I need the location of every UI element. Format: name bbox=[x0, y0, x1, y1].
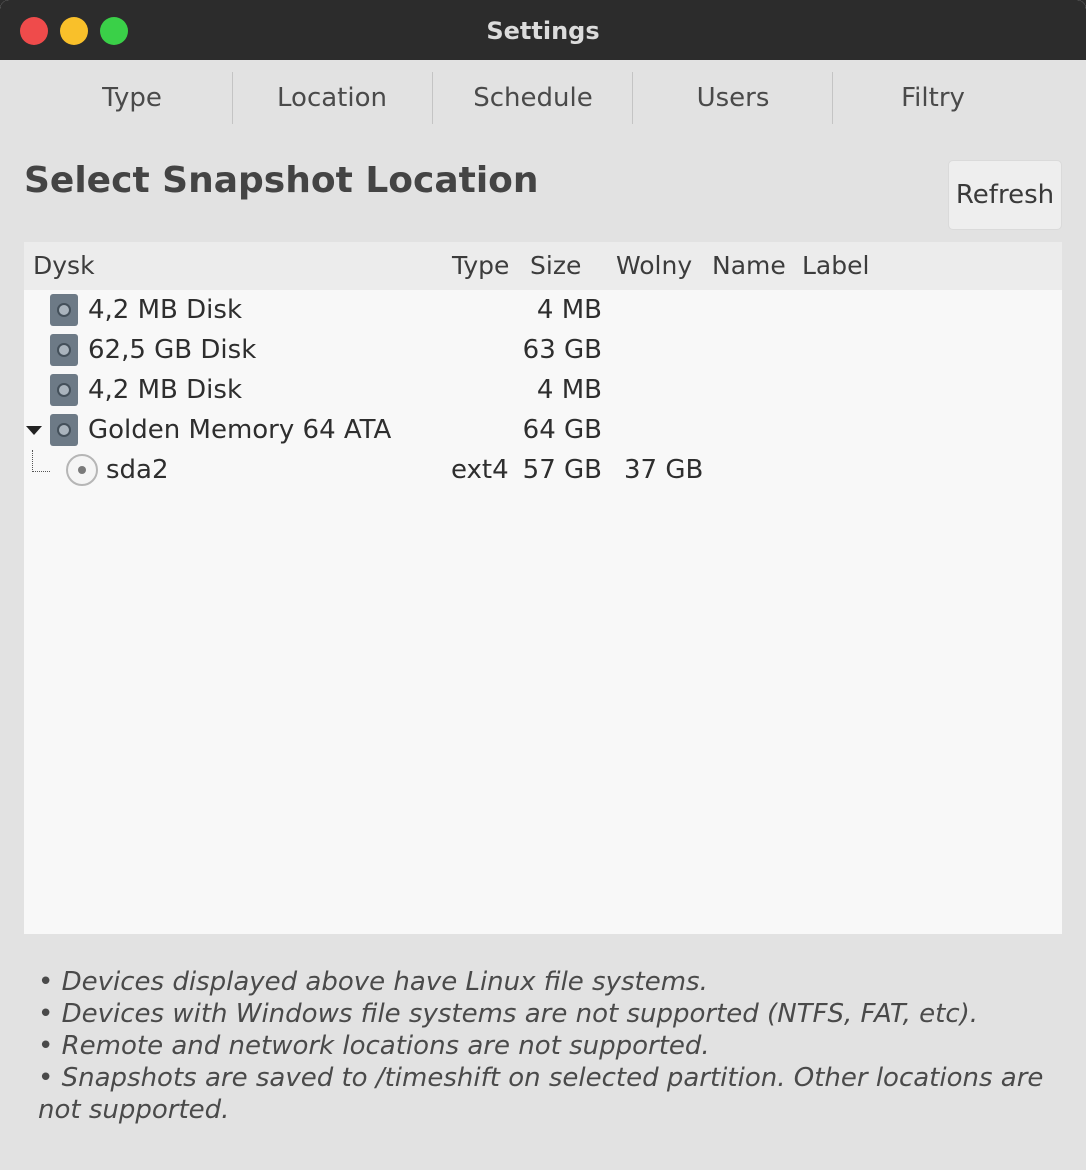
column-header-type[interactable]: Type bbox=[452, 242, 509, 290]
table-row[interactable]: 4,2 MB Disk 4 MB bbox=[24, 290, 1062, 330]
partition-free: 37 GB bbox=[624, 455, 704, 485]
tab-bar: Type Location Schedule Users Filtry bbox=[32, 68, 1034, 128]
table-row[interactable]: 62,5 GB Disk 63 GB bbox=[24, 330, 1062, 370]
table-row[interactable]: Golden Memory 64 ATA 64 GB bbox=[24, 410, 1062, 450]
column-header-label[interactable]: Label bbox=[802, 242, 869, 290]
tab-type[interactable]: Type bbox=[32, 68, 232, 128]
column-header-disk[interactable]: Dysk bbox=[33, 242, 95, 290]
disk-size: 64 GB bbox=[522, 415, 602, 445]
column-header-name[interactable]: Name bbox=[712, 242, 786, 290]
table-header: Dysk Type Size Wolny Name Label bbox=[24, 242, 1062, 290]
disk-name: 4,2 MB Disk bbox=[88, 375, 242, 405]
disk-name: Golden Memory 64 ATA bbox=[88, 415, 392, 445]
settings-window: Settings Type Location Schedule Users Fi… bbox=[0, 0, 1086, 1170]
partition-name: sda2 bbox=[106, 455, 169, 485]
tab-schedule[interactable]: Schedule bbox=[433, 68, 633, 128]
tree-connector bbox=[32, 450, 50, 472]
tab-users[interactable]: Users bbox=[633, 68, 833, 128]
note-line: • Devices displayed above have Linux fil… bbox=[38, 967, 708, 997]
disk-name: 4,2 MB Disk bbox=[88, 295, 242, 325]
disk-size: 63 GB bbox=[522, 335, 602, 365]
expander-arrow-icon[interactable] bbox=[26, 426, 42, 435]
drive-icon bbox=[50, 294, 78, 326]
disk-size: 4 MB bbox=[536, 295, 602, 325]
drive-icon bbox=[50, 414, 78, 446]
info-notes: • Devices displayed above have Linux fil… bbox=[38, 966, 1048, 1126]
note-line: • Snapshots are saved to /timeshift on s… bbox=[38, 1063, 1044, 1125]
note-line: • Devices with Windows file systems are … bbox=[38, 999, 979, 1029]
disk-name: 62,5 GB Disk bbox=[88, 335, 257, 365]
note-line: • Remote and network locations are not s… bbox=[38, 1031, 710, 1061]
column-header-size[interactable]: Size bbox=[530, 242, 581, 290]
device-table[interactable]: Dysk Type Size Wolny Name Label 4,2 MB D… bbox=[24, 242, 1062, 934]
table-row[interactable]: 4,2 MB Disk 4 MB bbox=[24, 370, 1062, 410]
window-title: Settings bbox=[486, 17, 600, 45]
disk-size: 4 MB bbox=[536, 375, 602, 405]
partition-radio-button[interactable] bbox=[66, 454, 98, 486]
table-row[interactable]: sda2 ext4 57 GB 37 GB bbox=[24, 450, 1062, 490]
drive-icon bbox=[50, 334, 78, 366]
tab-location[interactable]: Location bbox=[232, 68, 432, 128]
page-title: Select Snapshot Location bbox=[24, 160, 539, 201]
title-bar[interactable]: Settings bbox=[0, 0, 1086, 60]
refresh-button[interactable]: Refresh bbox=[948, 160, 1062, 230]
partition-type: ext4 bbox=[451, 455, 509, 485]
drive-icon bbox=[50, 374, 78, 406]
tab-filters[interactable]: Filtry bbox=[833, 68, 1033, 128]
partition-size: 57 GB bbox=[522, 455, 602, 485]
column-header-free[interactable]: Wolny bbox=[616, 242, 692, 290]
